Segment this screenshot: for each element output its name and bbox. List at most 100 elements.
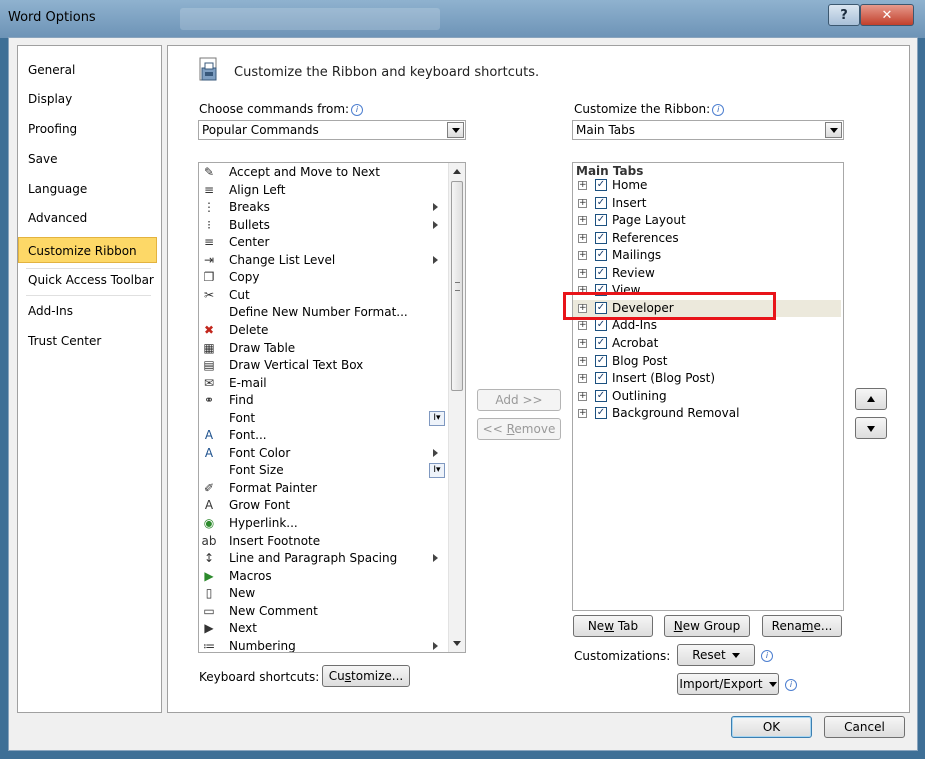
tab-checkbox[interactable]: ✓ xyxy=(595,214,607,227)
command-item[interactable]: ▤ Draw Vertical Text Box xyxy=(199,357,447,374)
ribbon-tab-acrobat[interactable]: + ✓ Acrobat xyxy=(573,335,841,352)
ribbon-tab-blog-post[interactable]: + ✓ Blog Post xyxy=(573,353,841,370)
add-button[interactable]: Add >> xyxy=(477,389,561,411)
nav-item-add-ins[interactable]: Add-Ins xyxy=(28,304,73,318)
move-up-button[interactable] xyxy=(855,388,887,410)
nav-item-language[interactable]: Language xyxy=(28,182,87,196)
command-item[interactable]: A Font Color xyxy=(199,445,447,462)
tab-checkbox[interactable]: ✓ xyxy=(595,179,607,191)
command-item[interactable]: ✉ E-mail xyxy=(199,375,447,392)
nav-item-trust-center[interactable]: Trust Center xyxy=(28,334,101,348)
expand-icon[interactable]: + xyxy=(578,233,587,243)
scroll-down-icon[interactable] xyxy=(453,641,461,646)
rename-button[interactable]: Rename... xyxy=(762,615,842,637)
expand-icon[interactable]: + xyxy=(578,268,587,278)
scroll-up-icon[interactable] xyxy=(453,169,461,174)
help-button[interactable]: ? xyxy=(828,4,860,26)
command-item[interactable]: Font I▾ xyxy=(199,410,447,427)
tab-checkbox[interactable]: ✓ xyxy=(595,231,607,244)
ribbon-tab-review[interactable]: + ✓ Review xyxy=(573,265,841,282)
command-item[interactable]: ▯ New xyxy=(199,585,447,602)
new-group-button[interactable]: New Group xyxy=(664,615,750,637)
tab-checkbox[interactable]: ✓ xyxy=(595,196,607,209)
command-item[interactable]: ⚭ Find xyxy=(199,392,447,409)
customize-ribbon-combo[interactable]: Main Tabs xyxy=(572,120,844,140)
ribbon-tabs-tree[interactable]: Main Tabs + ✓ Home + ✓ Insert + ✓ Page Layout + ✓ R… xyxy=(572,162,844,611)
expand-icon[interactable]: + xyxy=(578,216,587,226)
commands-list[interactable]: ✎ Accept and Move to Next ≡ Align Left ⋮ Brea… xyxy=(198,162,466,653)
command-item[interactable]: ▭ New Comment xyxy=(199,603,447,620)
command-item[interactable]: ✂ Cut xyxy=(199,287,447,304)
expand-icon[interactable]: + xyxy=(578,338,587,348)
ribbon-tab-page-layout[interactable]: + ✓ Page Layout xyxy=(573,212,841,229)
tab-checkbox[interactable]: ✓ xyxy=(595,372,607,385)
nav-item-save[interactable]: Save xyxy=(28,152,57,166)
nav-item-advanced[interactable]: Advanced xyxy=(28,211,87,225)
command-item[interactable]: ▶ Next xyxy=(199,620,447,637)
reset-button[interactable]: Reset xyxy=(677,644,755,666)
customize-shortcuts-button[interactable]: Customize... xyxy=(322,665,410,687)
command-item[interactable]: ❐ Copy xyxy=(199,269,447,286)
command-item[interactable]: A Font... xyxy=(199,427,447,444)
close-button[interactable]: ✕ xyxy=(860,4,914,26)
command-item[interactable]: ≡ Align Left xyxy=(199,182,447,199)
command-item[interactable]: Define New Number Format... xyxy=(199,304,447,321)
remove-button[interactable]: << Remove xyxy=(477,418,561,440)
tab-checkbox[interactable]: ✓ xyxy=(595,407,607,420)
chevron-down-icon[interactable] xyxy=(825,122,842,138)
background-ribbon-blur xyxy=(180,8,440,30)
expand-icon[interactable]: + xyxy=(578,391,587,401)
chevron-down-icon[interactable] xyxy=(447,122,464,138)
ribbon-tab-insert-blog-post[interactable]: + ✓ Insert (Blog Post) xyxy=(573,370,841,387)
move-down-button[interactable] xyxy=(855,417,887,439)
tab-checkbox[interactable]: ✓ xyxy=(595,389,607,402)
expand-icon[interactable]: + xyxy=(578,409,587,419)
cancel-button[interactable]: Cancel xyxy=(824,716,905,738)
tab-checkbox[interactable]: ✓ xyxy=(595,336,607,349)
command-item[interactable]: ▦ Draw Table xyxy=(199,340,447,357)
command-item[interactable]: A Grow Font xyxy=(199,497,447,514)
ribbon-tab-background-removal[interactable]: + ✓ Background Removal xyxy=(573,405,841,422)
choose-commands-combo[interactable]: Popular Commands xyxy=(198,120,466,140)
expand-icon[interactable]: + xyxy=(578,374,587,384)
nav-item-customize-ribbon[interactable]: Customize Ribbon xyxy=(18,237,157,263)
tab-checkbox[interactable]: ✓ xyxy=(595,266,607,279)
command-item[interactable]: ▶ Macros xyxy=(199,568,447,585)
ribbon-tab-mailings[interactable]: + ✓ Mailings xyxy=(573,247,841,264)
command-item[interactable]: ◉ Hyperlink... xyxy=(199,515,447,532)
nav-item-general[interactable]: General xyxy=(28,63,75,77)
tab-checkbox[interactable]: ✓ xyxy=(595,354,607,367)
command-item[interactable]: ✐ Format Painter xyxy=(199,480,447,497)
tab-checkbox[interactable]: ✓ xyxy=(595,249,607,262)
commands-scrollbar[interactable] xyxy=(448,163,465,652)
command-item[interactable]: ≡ Center xyxy=(199,234,447,251)
command-item[interactable]: ⋮ Breaks xyxy=(199,199,447,216)
command-item[interactable]: ab Insert Footnote xyxy=(199,533,447,550)
expand-icon[interactable]: + xyxy=(578,198,587,208)
expand-icon[interactable]: + xyxy=(578,251,587,261)
options-nav: General Display Proofing Save Language Advanc… xyxy=(17,45,162,713)
ribbon-tab-home[interactable]: + ✓ Home xyxy=(573,177,841,194)
command-item[interactable]: ✎ Accept and Move to Next xyxy=(199,164,447,181)
scroll-thumb[interactable] xyxy=(451,181,463,391)
command-item[interactable]: ✖ Delete xyxy=(199,322,447,339)
expand-icon[interactable]: + xyxy=(578,181,587,190)
command-item[interactable]: ↕ Line and Paragraph Spacing xyxy=(199,550,447,567)
import-export-button[interactable]: Import/Export xyxy=(677,673,779,695)
tab-checkbox[interactable]: ✓ xyxy=(595,319,607,332)
nav-item-proofing[interactable]: Proofing xyxy=(28,122,77,136)
expand-icon[interactable]: + xyxy=(578,321,587,331)
ribbon-tab-references[interactable]: + ✓ References xyxy=(573,230,841,247)
ok-button[interactable]: OK xyxy=(731,716,812,738)
nav-item-display[interactable]: Display xyxy=(28,92,72,106)
new-tab-button[interactable]: New Tab xyxy=(573,615,653,637)
tree-header: Main Tabs xyxy=(576,164,644,178)
ribbon-tab-outlining[interactable]: + ✓ Outlining xyxy=(573,388,841,405)
expand-icon[interactable]: + xyxy=(578,356,587,366)
command-item[interactable]: Font Size I▾ xyxy=(199,462,447,479)
ribbon-tab-insert[interactable]: + ✓ Insert xyxy=(573,195,841,212)
command-item[interactable]: ⇥ Change List Level xyxy=(199,252,447,269)
nav-item-quick-access-toolbar[interactable]: Quick Access Toolbar xyxy=(28,273,154,287)
command-item[interactable]: ⁝ Bullets xyxy=(199,217,447,234)
command-item[interactable]: ≔ Numbering xyxy=(199,638,447,652)
